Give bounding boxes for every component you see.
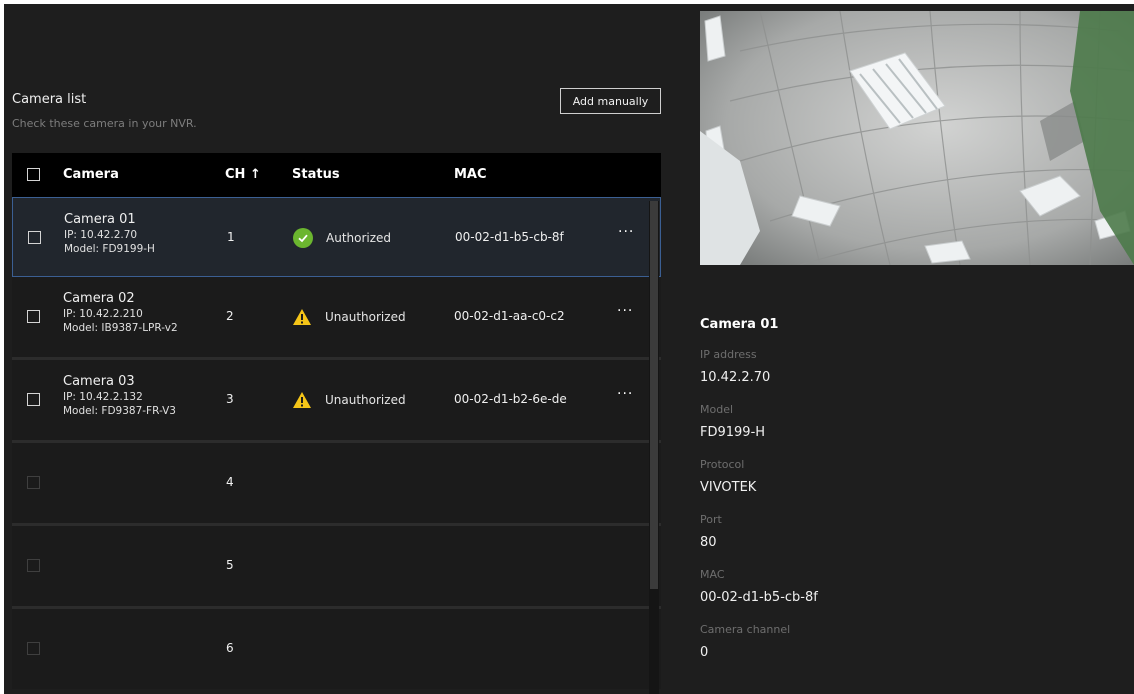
- column-header-camera[interactable]: Camera: [63, 153, 119, 197]
- table-row[interactable]: 5: [12, 526, 661, 609]
- status-cell: Authorized: [293, 228, 391, 248]
- camera-channel: 3: [226, 392, 234, 406]
- camera-info: Camera 03 IP: 10.42.2.132 Model: FD9387-…: [63, 374, 176, 417]
- detail-label-mac: MAC: [700, 568, 725, 581]
- camera-name: Camera 02: [63, 291, 135, 306]
- camera-name: Camera 01: [64, 212, 136, 227]
- row-checkbox[interactable]: [28, 231, 41, 244]
- more-options-icon[interactable]: ···: [618, 224, 634, 240]
- add-manually-button[interactable]: Add manually: [560, 88, 661, 114]
- detail-label-model: Model: [700, 403, 734, 416]
- warning-icon: [292, 307, 312, 327]
- detail-value-channel: 0: [700, 645, 709, 660]
- status-cell: Unauthorized: [292, 307, 406, 327]
- warning-icon: [292, 390, 312, 410]
- camera-ip: IP: 10.42.2.132: [63, 391, 143, 403]
- details-title: Camera 01: [700, 317, 779, 332]
- column-header-status[interactable]: Status: [292, 153, 340, 197]
- detail-label-channel: Camera channel: [700, 623, 791, 636]
- camera-info: Camera 02 IP: 10.42.2.210 Model: IB9387-…: [63, 291, 178, 334]
- mac-address: 00-02-d1-aa-c0-c2: [454, 309, 565, 323]
- camera-list-subtitle: Check these camera in your NVR.: [12, 117, 197, 130]
- camera-channel: 1: [227, 230, 235, 244]
- row-checkbox[interactable]: [27, 642, 40, 655]
- more-options-icon[interactable]: ···: [617, 303, 633, 319]
- row-checkbox[interactable]: [27, 476, 40, 489]
- more-options-icon[interactable]: ···: [617, 386, 633, 402]
- mac-address: 00-02-d1-b5-cb-8f: [455, 230, 564, 244]
- row-checkbox[interactable]: [27, 393, 40, 406]
- select-all-checkbox[interactable]: [27, 168, 40, 181]
- camera-table: Camera CH ↑ Status MAC Camera 01 IP: 10.…: [12, 153, 661, 689]
- camera-info: Camera 01 IP: 10.42.2.70 Model: FD9199-H: [64, 212, 155, 255]
- row-checkbox[interactable]: [27, 310, 40, 323]
- status-cell: Unauthorized: [292, 390, 406, 410]
- detail-label-port: Port: [700, 513, 722, 526]
- app-window: Camera list Check these camera in your N…: [4, 4, 1134, 694]
- row-checkbox[interactable]: [27, 559, 40, 572]
- scrollbar-thumb[interactable]: [650, 201, 658, 589]
- detail-value-model: FD9199-H: [700, 425, 766, 440]
- table-row[interactable]: Camera 02 IP: 10.42.2.210 Model: IB9387-…: [12, 277, 661, 360]
- table-row[interactable]: 4: [12, 443, 661, 526]
- camera-model: Model: FD9199-H: [64, 243, 155, 255]
- camera-preview-image: [700, 11, 1134, 265]
- detail-label-protocol: Protocol: [700, 458, 745, 471]
- camera-ip: IP: 10.42.2.210: [63, 308, 143, 320]
- mac-address: 00-02-d1-b2-6e-de: [454, 392, 567, 406]
- status-text: Unauthorized: [325, 310, 406, 324]
- detail-value-protocol: VIVOTEK: [700, 480, 757, 495]
- detail-value-mac: 00-02-d1-b5-cb-8f: [700, 590, 818, 605]
- detail-value-port: 80: [700, 535, 717, 550]
- camera-model: Model: IB9387-LPR-v2: [63, 322, 178, 334]
- table-row[interactable]: 6: [12, 609, 661, 689]
- camera-model: Model: FD9387-FR-V3: [63, 405, 176, 417]
- status-text: Authorized: [326, 231, 392, 245]
- detail-value-ip: 10.42.2.70: [700, 370, 771, 385]
- camera-channel: 2: [226, 309, 234, 323]
- table-row[interactable]: Camera 03 IP: 10.42.2.132 Model: FD9387-…: [12, 360, 661, 443]
- column-header-mac[interactable]: MAC: [454, 153, 487, 197]
- camera-ip: IP: 10.42.2.70: [64, 229, 138, 241]
- camera-list-title: Camera list: [12, 92, 87, 107]
- column-header-ch[interactable]: CH ↑: [225, 153, 261, 197]
- camera-channel: 5: [226, 558, 234, 572]
- camera-name: Camera 03: [63, 374, 135, 389]
- camera-list-header: Camera list Check these camera in your N…: [12, 92, 197, 130]
- camera-details-panel: Camera 01 IP address 10.42.2.70 Model FD…: [700, 317, 818, 660]
- camera-channel: 4: [226, 475, 234, 489]
- table-row[interactable]: Camera 01 IP: 10.42.2.70 Model: FD9199-H…: [12, 197, 661, 277]
- camera-channel: 6: [226, 641, 234, 655]
- detail-label-ip: IP address: [700, 348, 757, 361]
- check-circle-icon: [293, 228, 313, 248]
- table-header: Camera CH ↑ Status MAC: [12, 153, 661, 197]
- status-text: Unauthorized: [325, 393, 406, 407]
- table-scrollbar[interactable]: [649, 201, 659, 694]
